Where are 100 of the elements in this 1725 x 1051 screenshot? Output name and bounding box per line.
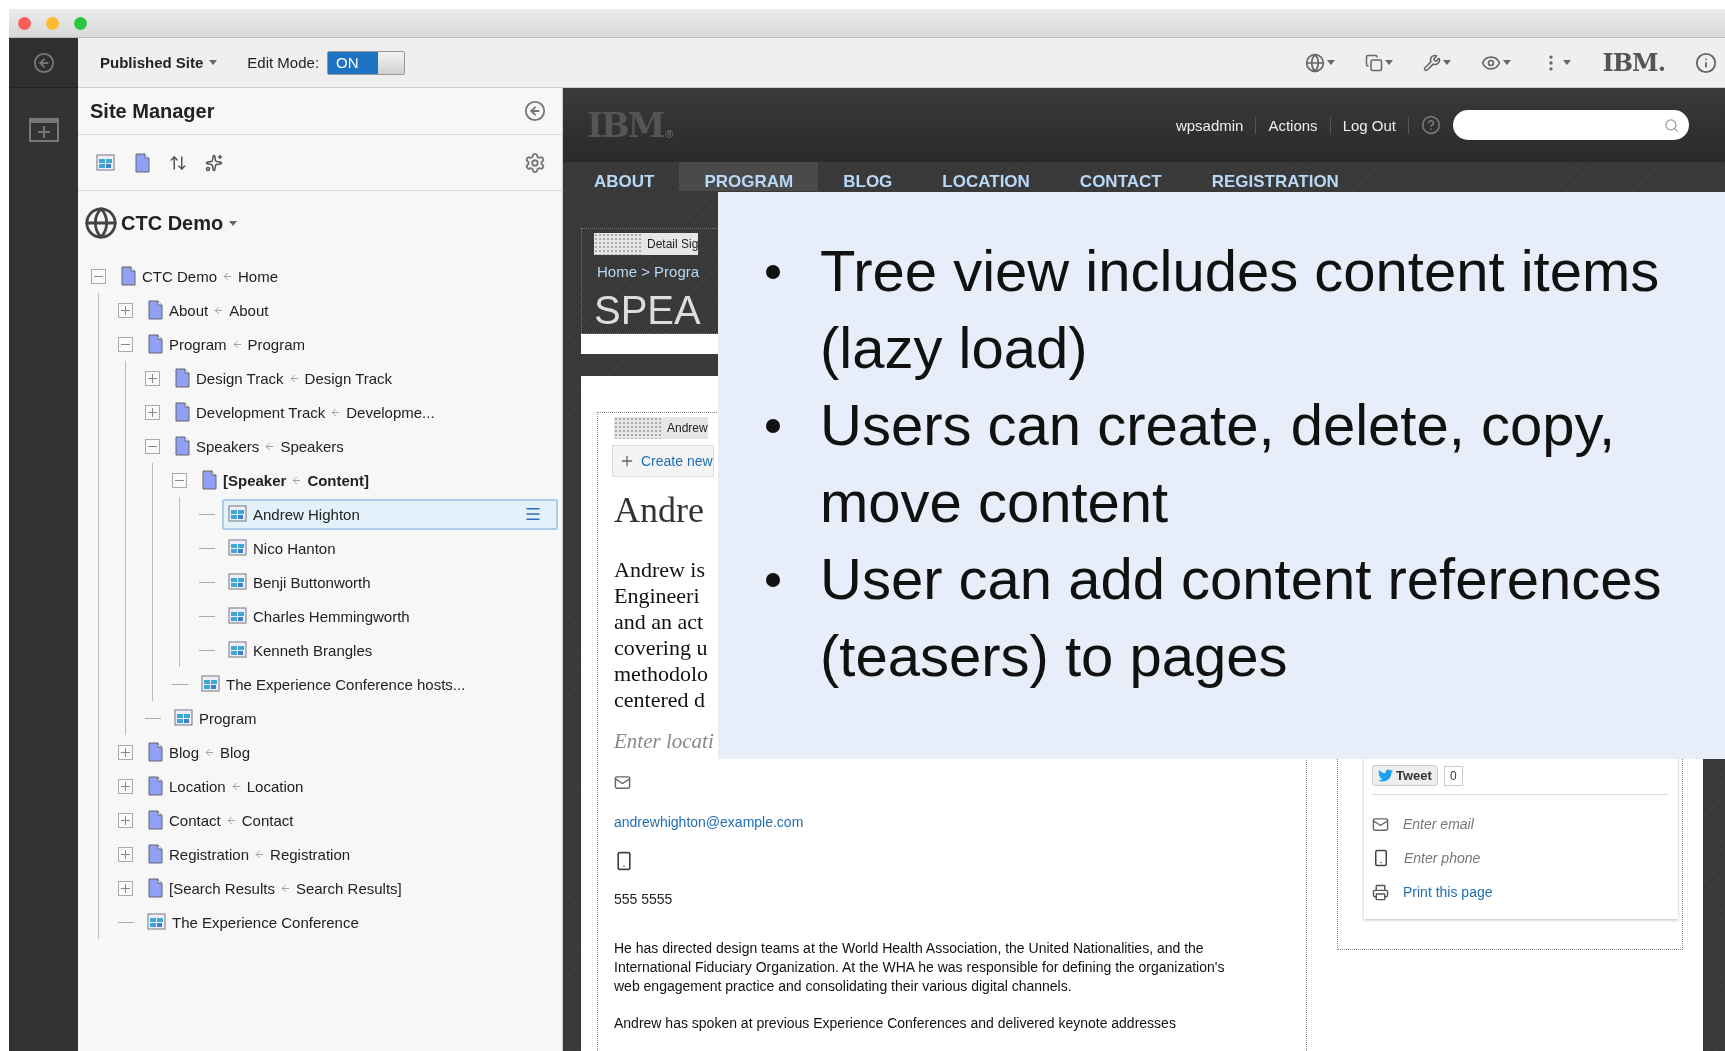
new-content-icon[interactable] <box>96 153 116 172</box>
mapped-label: Location <box>246 777 304 795</box>
section-tag[interactable]: Detail Sig <box>594 233 699 255</box>
page-icon <box>147 776 164 796</box>
tree-item[interactable]: Design Track Design Track <box>168 362 558 394</box>
print-link[interactable]: Print this page <box>1403 884 1493 900</box>
item-label: Contact <box>169 811 221 829</box>
site-menu[interactable]: Published Site <box>100 54 218 71</box>
bio-paragraph: Andrew has spoken at previous Experience Conferences and delivered keynote addresses <box>614 1014 1177 1033</box>
nav-tab[interactable]: LOCATION <box>917 162 1055 191</box>
tree-item[interactable]: [Search Results Search Results] <box>141 872 558 904</box>
item-label: Program <box>169 335 227 353</box>
content-icon <box>147 913 167 931</box>
arrow-icon <box>288 372 300 384</box>
email-link[interactable]: andrewhighton@example.com <box>614 814 804 830</box>
caret-icon <box>209 60 218 65</box>
info-icon[interactable] <box>1695 51 1717 74</box>
arrow-icon <box>204 746 216 758</box>
header-link[interactable]: wpsadmin <box>1163 116 1257 134</box>
tree-item[interactable]: The Experience Conference hosts... <box>195 668 558 700</box>
expand-icon[interactable] <box>145 370 160 386</box>
search-field[interactable] <box>1453 110 1689 140</box>
page-icon <box>147 810 164 830</box>
tree-item[interactable]: Location Location <box>141 770 558 802</box>
collapse-icon[interactable] <box>145 438 160 454</box>
item-label: Speakers <box>196 437 260 455</box>
page-icon <box>201 470 218 490</box>
close-icon[interactable] <box>18 16 31 30</box>
tree-item[interactable]: Program <box>168 702 558 734</box>
tree-item[interactable]: Registration Registration <box>141 838 558 870</box>
header-link[interactable]: Actions <box>1256 116 1331 134</box>
mapped-label: Home <box>238 267 279 285</box>
nav-tab[interactable]: REGISTRATION <box>1186 162 1364 191</box>
edit-mode-label: Edit Mode: <box>247 54 320 71</box>
phone-hint[interactable]: Enter phone <box>1404 850 1481 866</box>
tree-item[interactable]: About About <box>141 294 558 326</box>
collapse-icon[interactable] <box>91 268 106 284</box>
site-selector[interactable]: CTC Demo <box>121 211 238 235</box>
item-label: The Experience Conference hosts... <box>226 675 466 693</box>
mail-icon <box>1372 815 1389 833</box>
content-icon <box>174 709 194 727</box>
phone-icon <box>614 851 634 871</box>
new-page-icon[interactable] <box>134 152 151 173</box>
collapse-icon[interactable] <box>118 336 133 352</box>
add-panel-icon[interactable] <box>28 118 59 142</box>
tree-item[interactable]: Kenneth Brangles <box>222 634 558 666</box>
nav-tab[interactable]: BLOG <box>818 162 918 191</box>
arrow-icon <box>213 304 225 316</box>
content-icon <box>201 675 221 693</box>
back-icon[interactable] <box>524 100 546 122</box>
up-down-arrows-icon[interactable] <box>169 153 187 172</box>
tree-item[interactable]: Andrew Highton <box>222 498 558 530</box>
tree-item[interactable]: Speakers Speakers <box>168 430 558 462</box>
expand-icon[interactable] <box>118 812 133 828</box>
tree-item[interactable]: Development Track Developme... <box>168 396 558 428</box>
expand-icon[interactable] <box>118 880 133 896</box>
caret-icon <box>1502 60 1511 65</box>
create-new-button[interactable]: Create new <box>612 445 714 477</box>
wrench-icon[interactable] <box>1422 53 1441 72</box>
settings-icon[interactable] <box>524 151 546 174</box>
tree-item[interactable]: Contact Contact <box>141 804 558 836</box>
collapse-icon[interactable] <box>172 472 187 488</box>
copy-icon[interactable] <box>1364 53 1383 72</box>
tree-item[interactable]: CTC Demo Home <box>114 260 558 292</box>
mapped-label: Search Results] <box>295 879 402 897</box>
arrow-icon <box>254 848 266 860</box>
zoom-icon[interactable] <box>74 16 87 30</box>
page-icon <box>174 436 191 456</box>
tweet-count: 0 <box>1443 765 1463 786</box>
intro-text: Andrew is Engineeri and an act covering u methodolo centered d <box>614 557 710 713</box>
expand-icon[interactable] <box>118 744 133 760</box>
nav-tab[interactable]: PROGRAM <box>679 162 819 191</box>
edit-mode-toggle[interactable]: ON <box>327 50 406 75</box>
tree-item[interactable]: Program Program <box>141 328 558 360</box>
globe-icon[interactable] <box>1304 52 1325 73</box>
page-icon <box>147 742 164 762</box>
speaker-name: Andre <box>614 489 705 531</box>
content-tag[interactable]: Andrew <box>614 417 708 439</box>
arrow-icon <box>222 270 233 282</box>
help-icon[interactable] <box>1421 115 1441 135</box>
nav-tab[interactable]: ABOUT <box>569 162 680 191</box>
nav-tab[interactable]: CONTACT <box>1054 162 1187 191</box>
menu-icon[interactable] <box>524 505 542 523</box>
expand-icon[interactable] <box>118 846 133 862</box>
email-hint[interactable]: Enter email <box>1403 816 1474 832</box>
tree-item[interactable]: Blog Blog <box>141 736 558 768</box>
tree-item[interactable]: Benji Buttonworth <box>222 566 558 598</box>
sparkle-icon[interactable] <box>205 153 223 172</box>
tree-item[interactable]: Nico Hanton <box>222 532 558 564</box>
location-hint[interactable]: Enter locati <box>614 729 718 754</box>
expand-icon[interactable] <box>118 778 133 794</box>
tree-item[interactable]: Charles Hemmingworth <box>222 600 558 632</box>
tree-item[interactable]: [Speaker Content] <box>195 464 558 496</box>
tree-item[interactable]: The Experience Conference <box>141 906 558 938</box>
tweet-button[interactable]: Tweet <box>1372 765 1438 786</box>
expand-icon[interactable] <box>118 302 133 318</box>
expand-icon[interactable] <box>145 404 160 420</box>
back-icon[interactable] <box>32 51 55 74</box>
trademark-mark: ® <box>665 128 674 140</box>
header-link[interactable]: Log Out <box>1330 116 1409 134</box>
